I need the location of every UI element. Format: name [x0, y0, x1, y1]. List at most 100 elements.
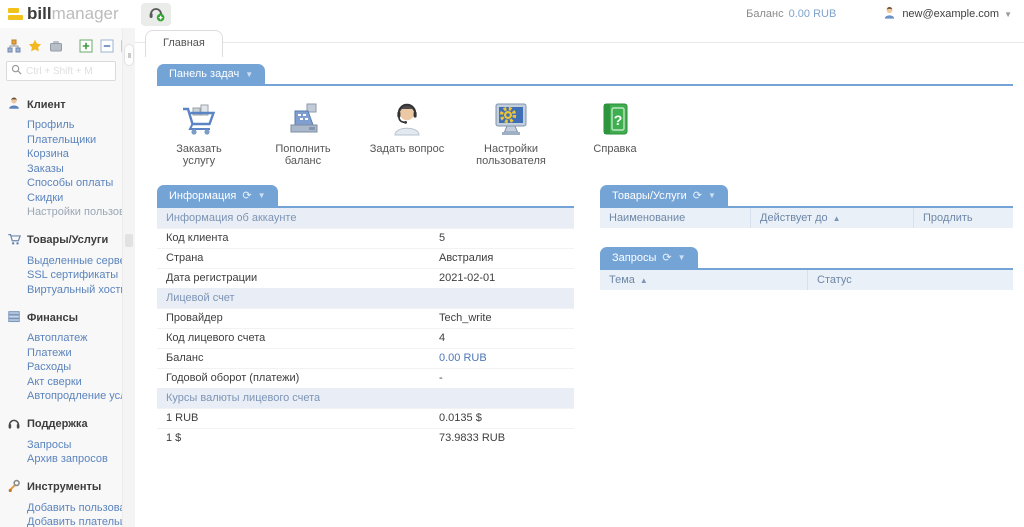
task-item-label: Настройки пользователя: [476, 143, 546, 167]
sidebar-item[interactable]: Выделенные серверы: [27, 254, 122, 269]
column-header[interactable]: Статус: [807, 270, 1013, 290]
services-table-header: Наименование Действует до ▲ Продлить: [600, 208, 1013, 228]
column-header-label: Наименование: [609, 212, 686, 224]
monitor-gear-icon: [471, 97, 551, 139]
info-table: Информация об аккаунте Код клиента 5 Страна…: [157, 208, 574, 448]
cash-register-icon: [263, 97, 343, 139]
sidebar-item[interactable]: Автоплатеж: [27, 331, 118, 346]
sidebar-item[interactable]: Запросы: [27, 438, 118, 453]
balance-label: Баланс: [746, 8, 784, 20]
sidebar-item[interactable]: Настройки пользоват...: [27, 205, 122, 220]
task-item-label: Задать вопрос: [369, 143, 445, 155]
services-panel: Товары/Услуги ⟳ ▼ Наименование Действует …: [600, 185, 1013, 228]
task-item-3[interactable]: Задать вопрос: [367, 97, 447, 167]
sidebar-section-title: Инструменты: [27, 481, 102, 493]
task-item-5[interactable]: ? Справка: [575, 97, 655, 167]
support-chat-button[interactable]: [140, 2, 171, 26]
sidebar-item[interactable]: Платежи: [27, 346, 118, 361]
sidebar-section-title: Клиент: [27, 98, 66, 111]
sidebar-item[interactable]: Виртуальный хостинг: [27, 283, 122, 298]
info-row: Дата регистрации 2021-02-01: [157, 268, 574, 288]
chevron-down-icon: ▼: [707, 191, 716, 200]
billmanager-logo[interactable]: billmanager: [8, 4, 119, 24]
services-panel-tab[interactable]: Товары/Услуги ⟳ ▼: [600, 185, 728, 206]
sidebar-item[interactable]: Корзина: [27, 147, 118, 162]
main-tab-bar: Главная: [135, 28, 1024, 57]
info-row: Годовой оборот (платежи) -: [157, 368, 574, 388]
balance-value-link[interactable]: 0.00 RUB: [789, 8, 837, 20]
content-area: Главная Панель задач ▼ Заказать услугу По…: [135, 28, 1024, 527]
column-header-label: Продлить: [923, 212, 973, 224]
column-header-label: Тема: [609, 274, 635, 286]
column-header[interactable]: Продлить: [913, 208, 1013, 228]
sidebar-item[interactable]: Способы оплаты: [27, 176, 118, 191]
refresh-icon[interactable]: ⟳: [662, 251, 671, 264]
taskbar-panel-tab[interactable]: Панель задач ▼: [157, 64, 266, 84]
column-header[interactable]: Тема ▲: [600, 270, 807, 290]
requests-panel-tab[interactable]: Запросы ⟳ ▼: [600, 247, 698, 268]
sidebar-section-header[interactable]: Инструменты: [7, 476, 118, 499]
requests-panel-title: Запросы: [612, 251, 657, 264]
search-icon: [11, 64, 22, 78]
tools-icon: [7, 479, 21, 496]
sidebar-item[interactable]: Скидки: [27, 191, 118, 206]
sidebar-item[interactable]: Архив запросов: [27, 452, 118, 467]
sidebar-section: Финансы Автоплатеж Платежи Расходы Акт сверк…: [7, 306, 122, 404]
sidebar-item[interactable]: Заказы: [27, 162, 118, 177]
sidebar-section-items: Добавить пользователяДобавить плательщик…: [7, 499, 122, 527]
taskbar-panel-title: Панель задач: [169, 68, 240, 80]
chevron-down-icon: ▼: [1004, 9, 1012, 19]
sidebar-section-title: Финансы: [27, 311, 79, 324]
billmanager-app: billmanager Баланс 0.00 RUB new@example.…: [0, 0, 1024, 527]
task-item-1[interactable]: Заказать услугу: [159, 97, 239, 167]
sidebar-item[interactable]: Расходы: [27, 360, 118, 375]
info-row-value: 0.0135 $: [439, 412, 482, 424]
sidebar-item[interactable]: Добавить плательщика: [27, 515, 122, 527]
minus-icon[interactable]: [100, 39, 114, 54]
info-row: Код лицевого счета 4: [157, 328, 574, 348]
sidebar-collapse-button[interactable]: [124, 44, 134, 66]
sidebar-resize-grip[interactable]: [125, 234, 133, 247]
sidebar-item[interactable]: Плательщики: [27, 133, 118, 148]
sidebar-section-header[interactable]: Финансы: [7, 306, 118, 329]
sidebar-section-header[interactable]: Клиент: [7, 93, 118, 116]
sidebar-section-header[interactable]: Товары/Услуги: [7, 229, 118, 252]
info-row-label: Баланс: [166, 352, 204, 364]
tab-glavnaya[interactable]: Главная: [145, 30, 223, 57]
sidebar-item[interactable]: Добавить пользователя: [27, 501, 122, 516]
info-panel-title: Информация: [169, 189, 237, 202]
info-row-label: Годовой оборот (платежи): [166, 372, 300, 384]
operator-icon: [367, 97, 447, 139]
task-item-4[interactable]: Настройки пользователя: [471, 97, 551, 167]
briefcase-icon[interactable]: [49, 39, 63, 54]
star-icon[interactable]: [28, 39, 42, 54]
sidebar-section: Товары/Услуги Выделенные серверыSSL серти…: [7, 229, 122, 298]
sidebar-section-header[interactable]: Поддержка: [7, 413, 118, 436]
info-panel-tab[interactable]: Информация ⟳ ▼: [157, 185, 278, 206]
plus-icon[interactable]: [79, 39, 93, 54]
sidebar-section: Поддержка Запросы Архив запросов: [7, 413, 118, 467]
sidebar-item[interactable]: Профиль: [27, 118, 118, 133]
info-row: 1 RUB 0.0135 $: [157, 408, 574, 428]
user-menu[interactable]: new@example.com ▼: [882, 5, 1012, 23]
refresh-icon[interactable]: ⟳: [693, 189, 702, 202]
task-item-2[interactable]: Пополнить баланс: [263, 97, 343, 167]
hierarchy-icon[interactable]: [7, 39, 21, 54]
sidebar: Клиент ПрофильПлательщикиКорзинаЗаказыСпо…: [0, 28, 122, 527]
taskbar-panel: Панель задач ▼ Заказать услугу Пополнить …: [157, 64, 1013, 180]
info-row-value: 73.9833 RUB: [439, 432, 506, 444]
info-row-label: Код лицевого счета: [166, 332, 266, 344]
chevron-down-icon: ▼: [245, 69, 254, 79]
refresh-icon[interactable]: ⟳: [242, 189, 251, 202]
avatar-icon: [882, 5, 897, 23]
column-header[interactable]: Наименование: [600, 208, 750, 228]
search-input[interactable]: [26, 65, 111, 77]
info-row: Провайдер Tech_write: [157, 308, 574, 328]
sidebar-item[interactable]: SSL сертификаты: [27, 268, 118, 283]
column-header[interactable]: Действует до ▲: [750, 208, 913, 228]
balance-link[interactable]: 0.00 RUB: [439, 352, 487, 364]
info-row-value: Австралия: [439, 252, 494, 264]
sidebar-item[interactable]: Акт сверки: [27, 375, 118, 390]
sidebar-item[interactable]: Автопродление услуг: [27, 389, 122, 404]
column-header-label: Статус: [817, 274, 852, 286]
